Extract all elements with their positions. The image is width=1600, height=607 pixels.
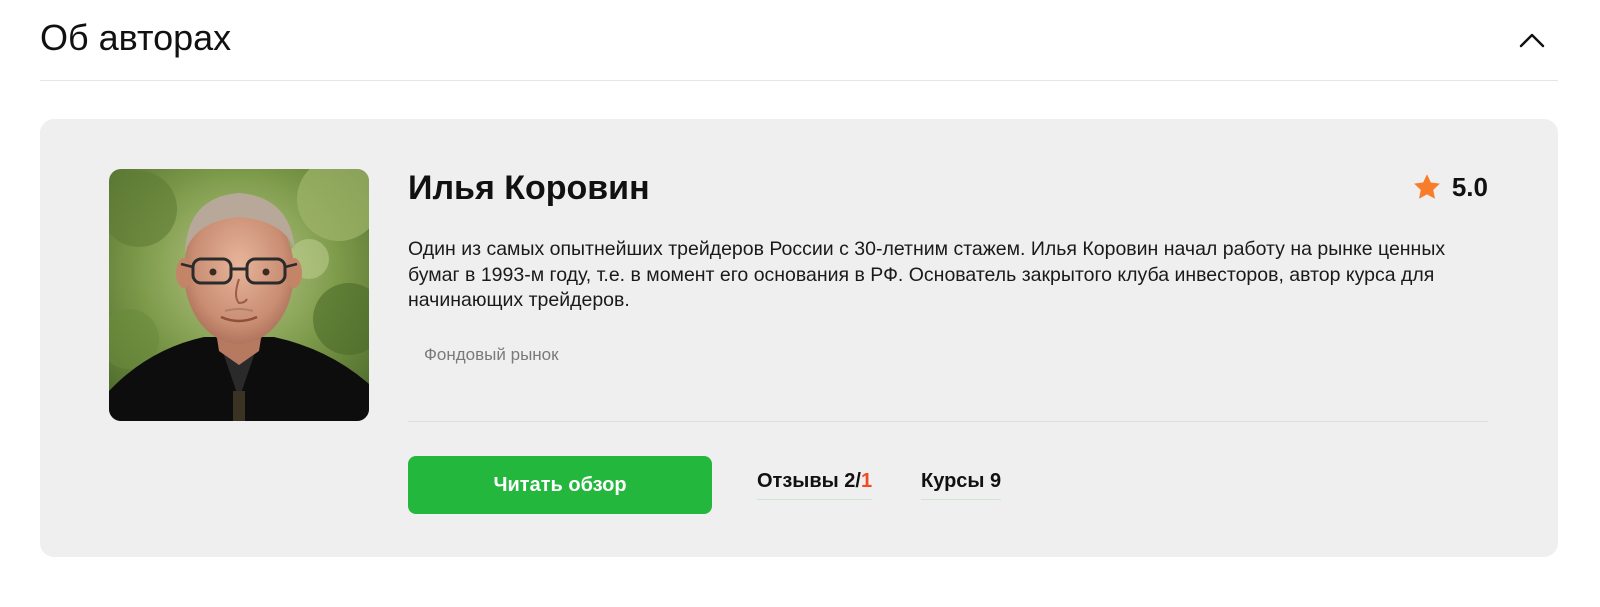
reviews-negative-count: 1 bbox=[860, 470, 873, 492]
reviews-link[interactable]: Отзывы 2/1 bbox=[757, 469, 873, 500]
read-review-button[interactable]: Читать обзор bbox=[408, 456, 712, 514]
author-avatar bbox=[109, 169, 369, 421]
section-title: Об авторах bbox=[40, 17, 232, 58]
collapse-toggle[interactable] bbox=[1514, 22, 1550, 58]
courses-link[interactable]: Курсы 9 bbox=[921, 469, 1002, 500]
author-bio: Один из самых опытнейших трейдеров Росси… bbox=[408, 238, 1446, 311]
reviews-label: Отзывы 2/ bbox=[757, 470, 861, 492]
star-icon bbox=[1413, 174, 1440, 199]
author-rating: 5.0 bbox=[1412, 167, 1488, 207]
author-name: Илья Коровин bbox=[408, 169, 650, 207]
topic-tag[interactable]: Фондовый рынок bbox=[424, 345, 559, 365]
divider bbox=[408, 421, 1488, 422]
author-card: Илья Коровин 5.0 Один из самых опытнейши… bbox=[40, 119, 1558, 557]
section-header: Об авторах bbox=[40, 0, 1558, 81]
rating-value: 5.0 bbox=[1451, 171, 1488, 202]
chevron-up-icon bbox=[1519, 33, 1545, 48]
